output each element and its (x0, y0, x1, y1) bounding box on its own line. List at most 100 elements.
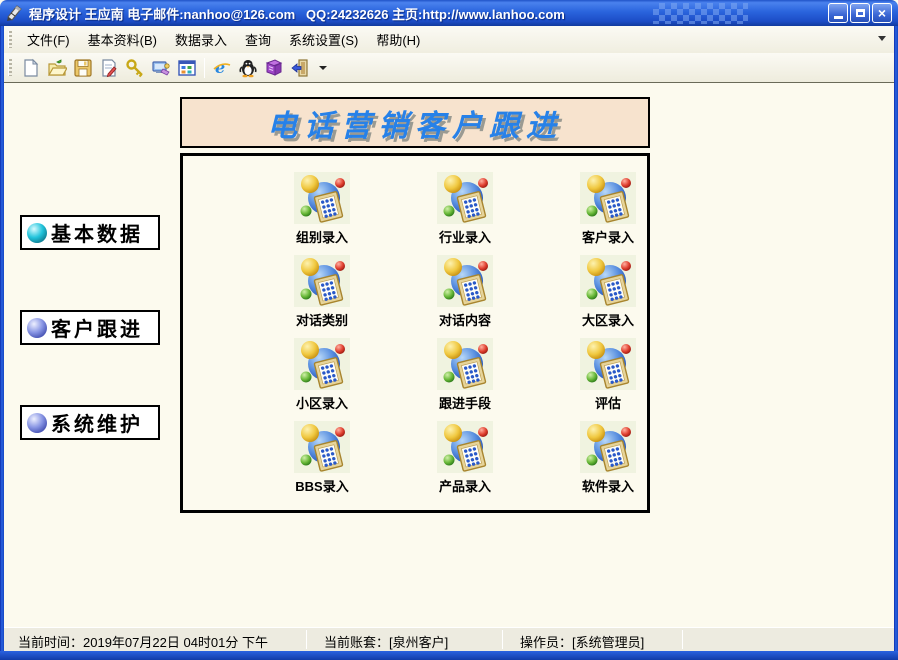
data-entry-icon (586, 258, 631, 306)
save-icon (74, 58, 92, 77)
data-entry-icon (586, 424, 631, 472)
sidebar-button-label: 基本数据 (51, 222, 143, 246)
entry-icon-box (580, 338, 636, 390)
grid-item[interactable]: 产品录入 (410, 421, 520, 504)
sphere-icon (27, 412, 47, 433)
sidebar-button-basic-data[interactable]: 基本数据 (20, 215, 160, 250)
edit-document-icon (102, 58, 117, 77)
maximize-button[interactable] (850, 3, 870, 23)
sidebar-button-label: 客户跟进 (51, 317, 143, 341)
grid-item[interactable]: 客户录入 (553, 172, 647, 255)
close-button[interactable]: × (872, 3, 892, 23)
help-book-icon (265, 58, 283, 76)
entry-icon-box (437, 172, 493, 224)
edit-document-button[interactable] (97, 56, 121, 80)
grid-view-icon (178, 59, 196, 76)
operator-label: 操作员： (520, 635, 573, 650)
new-file-button[interactable] (19, 56, 43, 80)
grid-item[interactable]: 评估 (553, 338, 647, 421)
grid-item[interactable]: 对话类别 (267, 255, 377, 338)
grid-item[interactable]: 对话内容 (410, 255, 520, 338)
grid-item-label: 行业录入 (438, 230, 491, 245)
titlebar-decoration (653, 3, 748, 24)
grid-item[interactable]: 小区录入 (267, 338, 377, 421)
data-entry-icon (300, 424, 345, 472)
entry-icon-box (580, 172, 636, 224)
grid-view-button[interactable] (175, 56, 199, 80)
grid-item-label: 组别录入 (295, 230, 348, 245)
exit-button[interactable] (288, 56, 312, 80)
entry-icon-box (294, 255, 350, 307)
time-value: 2019年07月22日 04时01分 下午 (83, 635, 268, 650)
menu-item[interactable]: 基本资料(B) (79, 26, 166, 53)
grid-item-label: BBS录入 (295, 479, 349, 494)
main-content: 电话营销客户跟进 基本数据 客户跟进 系统维护 组别录入 行业录入 客户录入 对… (4, 84, 894, 627)
data-entry-icon (443, 341, 488, 389)
grid-item-label: 对话内容 (438, 313, 491, 328)
grid-item-label: 小区录入 (295, 396, 348, 411)
sphere-icon (27, 317, 47, 338)
entry-grid-panel: 组别录入 行业录入 客户录入 对话类别 对话内容 大区录入 小区录入 跟进手段 … (180, 153, 650, 513)
save-button[interactable] (71, 56, 95, 80)
grid-item-label: 产品录入 (438, 479, 491, 494)
grid-item[interactable]: 跟进手段 (410, 338, 520, 421)
window-border-left (0, 22, 4, 660)
entry-icon-box (580, 255, 636, 307)
grid-item[interactable]: 组别录入 (267, 172, 377, 255)
window-border-right (894, 22, 898, 660)
menu-item[interactable]: 帮助(H) (367, 26, 429, 53)
sidebar-button-customer-followup[interactable]: 客户跟进 (20, 310, 160, 345)
close-icon: × (877, 5, 887, 21)
toolbar: e (4, 53, 894, 83)
time-label: 当前时间： (18, 635, 84, 650)
sidebar-button-system-maintenance[interactable]: 系统维护 (20, 405, 160, 440)
open-folder-button[interactable] (45, 56, 69, 80)
grid-item-label: 对话类别 (295, 313, 348, 328)
grid-item-label: 评估 (594, 396, 621, 411)
entry-icon-box (294, 338, 350, 390)
internet-explorer-icon: e (213, 58, 231, 77)
window-title: 程序设计 王应南 电子邮件:nanhoo@126.com QQ:24232626… (29, 6, 565, 22)
banner-title: 电话营销客户跟进 (267, 108, 563, 144)
title-bar: 程序设计 王应南 电子邮件:nanhoo@126.com QQ:24232626… (0, 0, 898, 26)
grid-item-label: 大区录入 (581, 313, 634, 328)
browser-button[interactable]: e (210, 56, 234, 80)
grid-item[interactable]: 软件录入 (553, 421, 647, 504)
status-separator (682, 630, 683, 649)
entry-icon-box (437, 421, 493, 473)
account-label: 当前账套： (324, 635, 390, 650)
menubar-overflow-arrow-icon[interactable] (878, 36, 886, 41)
toolbar-grip[interactable] (8, 59, 12, 76)
menu-item[interactable]: 查询 (236, 26, 280, 53)
data-entry-icon (300, 341, 345, 389)
menu-items-container: 文件(F) 基本资料(B) 数据录入 查询 系统设置(S) 帮助(H) (18, 26, 429, 53)
toolbar-separator (204, 57, 205, 78)
window-border-bottom (0, 651, 898, 660)
menubar-grip[interactable] (8, 31, 12, 48)
entry-icon-box (437, 338, 493, 390)
data-entry-icon (443, 424, 488, 472)
exit-icon (291, 58, 308, 77)
entry-icon-box (294, 172, 350, 224)
sidebar-button-label: 系统维护 (51, 412, 143, 436)
data-entry-icon (443, 258, 488, 306)
system-config-button[interactable] (149, 56, 173, 80)
minimize-button[interactable] (828, 3, 848, 23)
data-entry-icon (443, 175, 488, 223)
toolbar-dropdown-arrow-icon[interactable] (319, 65, 327, 70)
grid-item[interactable]: 大区录入 (553, 255, 647, 338)
menu-item[interactable]: 数据录入 (166, 26, 236, 53)
qq-button[interactable] (236, 56, 260, 80)
key-button[interactable] (123, 56, 147, 80)
help-button[interactable] (262, 56, 286, 80)
status-operator: 操作员：[系统管理员] (520, 632, 644, 651)
grid-item[interactable]: BBS录入 (267, 421, 377, 504)
grid-item[interactable]: 行业录入 (410, 172, 520, 255)
operator-value: [系统管理员] (572, 635, 645, 650)
menu-item[interactable]: 文件(F) (18, 26, 79, 53)
menu-item[interactable]: 系统设置(S) (280, 26, 367, 53)
status-bar: 当前时间：2019年07月22日 04时01分 下午 当前账套：[泉州客户] 操… (4, 627, 894, 651)
banner: 电话营销客户跟进 (180, 97, 650, 148)
data-entry-icon (300, 175, 345, 223)
sphere-icon (27, 222, 47, 243)
